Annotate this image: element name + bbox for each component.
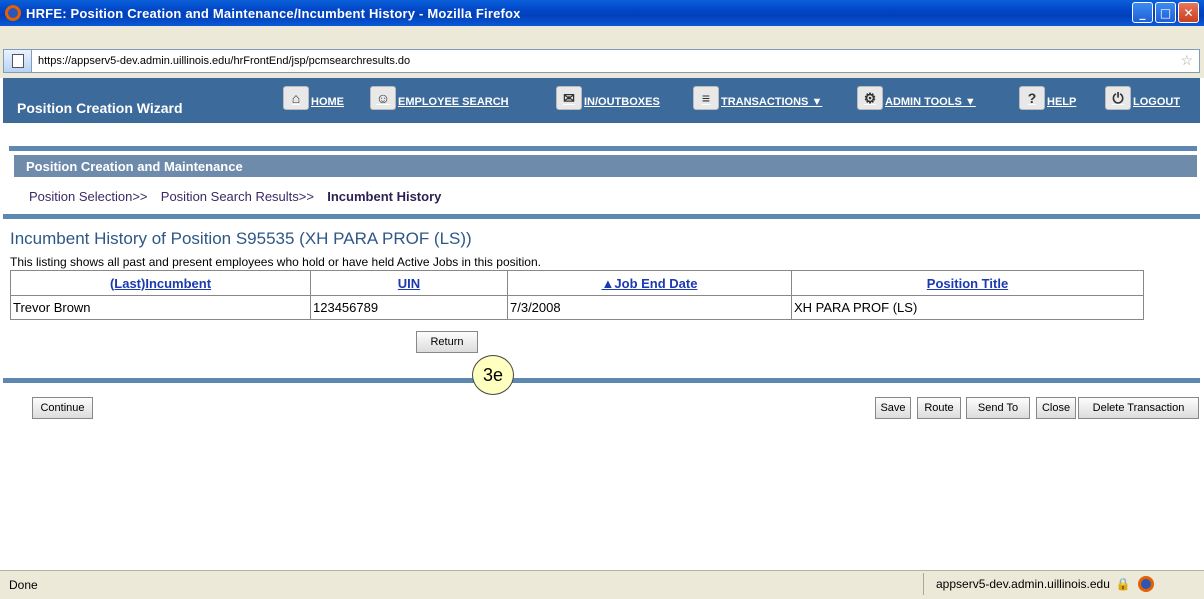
cell-uin: 123456789 <box>310 295 508 320</box>
cell-job-end-date: 7/3/2008 <box>507 295 792 320</box>
cell-position-title: XH PARA PROF (LS) <box>791 295 1144 320</box>
route-button[interactable]: Route <box>917 397 961 419</box>
app-title: Position Creation Wizard <box>17 100 183 116</box>
bookmark-star-icon[interactable]: ☆ <box>1180 52 1193 69</box>
window-title-bar[interactable]: HRFE: Position Creation and Maintenance/… <box>0 0 1204 26</box>
nav-transactions[interactable]: ≡ TRANSACTIONS ▼ <box>693 86 822 110</box>
continue-button[interactable]: Continue <box>32 397 93 419</box>
minimize-button[interactable]: _ <box>1132 2 1153 23</box>
close-button[interactable]: Close <box>1036 397 1076 419</box>
status-text: Done <box>9 578 38 592</box>
step-callout: 3e <box>472 355 514 395</box>
window-title: HRFE: Position Creation and Maintenance/… <box>26 5 521 21</box>
url-text[interactable]: https://appserv5-dev.admin.uillinois.edu… <box>38 55 410 67</box>
nav-inoutboxes[interactable]: ✉ IN/OUTBOXES <box>556 86 660 110</box>
nav-help[interactable]: ? HELP <box>1019 86 1076 110</box>
page-icon <box>4 50 32 72</box>
page-description: This listing shows all past and present … <box>10 255 541 269</box>
maximize-button[interactable]: □ <box>1155 2 1176 23</box>
inbox-icon: ✉ <box>556 86 582 110</box>
address-bar[interactable]: https://appserv5-dev.admin.uillinois.edu… <box>3 49 1200 73</box>
incumbent-table: (Last)Incumbent UIN ▲Job End Date Positi… <box>10 270 1144 320</box>
column-header-uin[interactable]: UIN <box>310 270 508 296</box>
divider <box>3 378 1200 383</box>
firefox-status-icon <box>1137 576 1154 592</box>
help-icon: ? <box>1019 86 1045 110</box>
nav-admin-tools[interactable]: ⚙ ADMIN TOOLS ▼ <box>857 86 976 110</box>
admin-tools-icon: ⚙ <box>857 86 883 110</box>
cell-incumbent: Trevor Brown <box>10 295 311 320</box>
home-icon: ⌂ <box>283 86 309 110</box>
status-bar: Done appserv5-dev.admin.uillinois.edu 🔒 <box>0 570 1204 599</box>
lock-icon[interactable]: 🔒 <box>1116 577 1131 591</box>
nav-logout[interactable]: ⏻ LOGOUT <box>1105 86 1180 110</box>
breadcrumb-position-selection[interactable]: Position Selection>> <box>29 189 148 204</box>
save-button[interactable]: Save <box>875 397 911 419</box>
send-to-button[interactable]: Send To <box>966 397 1030 419</box>
breadcrumb-search-results[interactable]: Position Search Results>> <box>161 189 314 204</box>
column-header-position-title[interactable]: Position Title <box>791 270 1144 296</box>
breadcrumb: Position Selection>> Position Search Res… <box>29 189 441 204</box>
close-window-button[interactable]: ✕ <box>1178 2 1199 23</box>
column-header-job-end-date[interactable]: ▲Job End Date <box>507 270 792 296</box>
status-host-text: appserv5-dev.admin.uillinois.edu <box>936 577 1110 591</box>
divider <box>9 146 1197 151</box>
divider <box>3 214 1200 219</box>
nav-home[interactable]: ⌂ HOME <box>283 86 344 110</box>
firefox-icon <box>5 5 21 21</box>
delete-transaction-button[interactable]: Delete Transaction <box>1078 397 1199 419</box>
table-row: Trevor Brown 123456789 7/3/2008 XH PARA … <box>10 295 1144 320</box>
section-header: Position Creation and Maintenance <box>14 155 1197 177</box>
column-header-incumbent[interactable]: (Last)Incumbent <box>10 270 311 296</box>
transactions-icon: ≡ <box>693 86 719 110</box>
nav-employee-search[interactable]: ☺ EMPLOYEE SEARCH <box>370 86 509 110</box>
table-header-row: (Last)Incumbent UIN ▲Job End Date Positi… <box>10 270 1144 296</box>
logout-icon: ⏻ <box>1105 86 1131 110</box>
breadcrumb-current: Incumbent History <box>327 189 442 204</box>
return-button[interactable]: Return <box>416 331 478 353</box>
page-title: Incumbent History of Position S95535 (XH… <box>10 229 472 248</box>
app-header: Position Creation Wizard ⌂ HOME ☺ EMPLOY… <box>3 78 1200 123</box>
employee-search-icon: ☺ <box>370 86 396 110</box>
status-host: appserv5-dev.admin.uillinois.edu 🔒 <box>923 573 1155 595</box>
